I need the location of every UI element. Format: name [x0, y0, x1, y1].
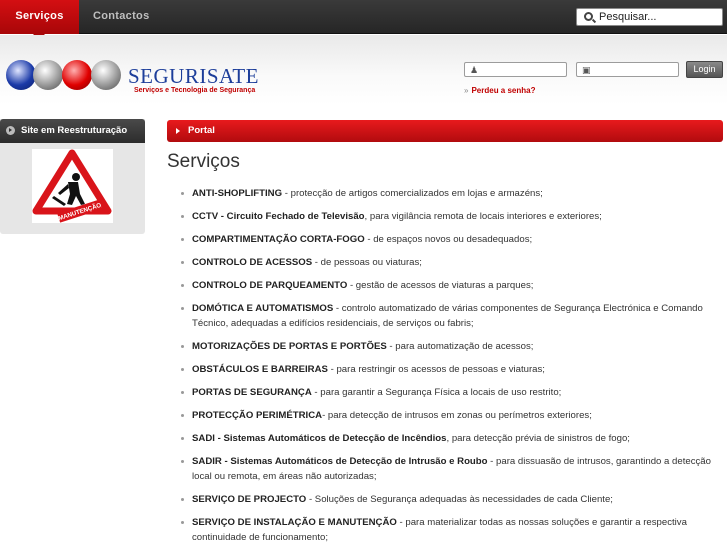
- service-name: ANTI-SHOPLIFTING: [192, 188, 283, 199]
- list-item: CONTROLO DE PARQUEAMENTO - gestão de ace…: [177, 278, 717, 293]
- service-name: OBSTÁCULOS E BARREIRAS: [192, 364, 328, 375]
- search-icon: [584, 12, 593, 21]
- search-box[interactable]: [576, 8, 723, 26]
- login-button[interactable]: Login: [686, 61, 723, 78]
- list-item: SADI - Sistemas Automáticos de Detecção …: [177, 431, 717, 446]
- brand-name: SEGURISATE: [128, 64, 260, 88]
- username-field-wrapper: ♟: [464, 62, 567, 77]
- service-name: PORTAS DE SEGURANÇA: [192, 387, 312, 398]
- service-name: SADI - Sistemas Automáticos de Detecção …: [192, 433, 447, 444]
- service-name: CCTV - Circuito Fechado de Televisão: [192, 211, 365, 222]
- sidebar-box-title[interactable]: Site em Reestruturação: [0, 119, 145, 143]
- service-name: COMPARTIMENTAÇÃO CORTA-FOGO: [192, 234, 365, 245]
- maintenance-sign-image: MANUTENÇÃO: [32, 149, 113, 223]
- list-item: COMPARTIMENTAÇÃO CORTA-FOGO - de espaços…: [177, 232, 717, 247]
- logo-red-ball: [62, 60, 92, 90]
- service-name: SERVIÇO DE PROJECTO: [192, 494, 307, 505]
- list-item: CCTV - Circuito Fechado de Televisão, pa…: [177, 209, 717, 224]
- service-desc: - para restringir os acessos de pessoas …: [327, 364, 545, 375]
- logo-grey-ball: [91, 60, 121, 90]
- service-name: PROTECÇÃO PERIMÉTRICA: [192, 410, 323, 421]
- breadcrumb-portal[interactable]: Portal: [167, 120, 723, 142]
- logo-grey-ball: [33, 60, 63, 90]
- list-item: OBSTÁCULOS E BARREIRAS - para restringir…: [177, 362, 717, 377]
- forgot-password-link[interactable]: » Perdeu a senha?: [464, 86, 535, 95]
- list-item: SERVIÇO DE INSTALAÇÃO E MANUTENÇÃO - par…: [177, 515, 717, 545]
- list-item: SERVIÇO DE PROJECTO - Soluções de Segura…: [177, 492, 717, 507]
- services-list: ANTI-SHOPLIFTING - protecção de artigos …: [177, 186, 717, 545]
- list-item: PROTECÇÃO PERIMÉTRICA- para detecção de …: [177, 408, 717, 423]
- play-circle-icon: [6, 126, 15, 135]
- forgot-password-label: Perdeu a senha?: [471, 86, 536, 95]
- list-item: CONTROLO DE ACESSOS - de pessoas ou viat…: [177, 255, 717, 270]
- password-field-wrapper: ▣: [576, 62, 679, 77]
- list-item: PORTAS DE SEGURANÇA - para garantir a Se…: [177, 385, 717, 400]
- user-icon: ♟: [470, 65, 479, 75]
- service-desc: - protecção de artigos comercializados e…: [282, 188, 543, 199]
- tab-contactos[interactable]: Contactos: [93, 0, 149, 34]
- service-name: SERVIÇO DE INSTALAÇÃO E MANUTENÇÃO: [192, 517, 397, 528]
- tab-servicos[interactable]: Serviços: [0, 0, 79, 40]
- service-desc: - de espaços novos ou desadequados;: [364, 234, 533, 245]
- service-desc: - de pessoas ou viaturas;: [312, 257, 422, 268]
- service-name: DOMÓTICA E AUTOMATISMOS: [192, 303, 334, 314]
- service-name: SADIR - Sistemas Automáticos de Detecção…: [192, 456, 488, 467]
- service-desc: , para vigilância remota de locais inter…: [364, 211, 602, 222]
- logo-blue-ball: [6, 60, 36, 90]
- search-input[interactable]: [599, 10, 719, 24]
- service-desc: - Soluções de Segurança adequadas às nec…: [306, 494, 613, 505]
- maintenance-warning-icon: MANUTENÇÃO: [32, 149, 112, 223]
- list-item: MOTORIZAÇÕES DE PORTAS E PORTÕES - para …: [177, 339, 717, 354]
- double-chevron-icon: »: [464, 86, 469, 95]
- page-title: Serviços: [167, 151, 240, 172]
- brand-tagline: Serviços e Tecnologia de Segurança: [134, 87, 256, 94]
- list-item: DOMÓTICA E AUTOMATISMOS - controlo autom…: [177, 301, 717, 331]
- service-name: CONTROLO DE ACESSOS: [192, 257, 313, 268]
- service-name: CONTROLO DE PARQUEAMENTO: [192, 280, 348, 291]
- password-input[interactable]: [593, 63, 677, 76]
- service-name: MOTORIZAÇÕES DE PORTAS E PORTÕES: [192, 341, 387, 352]
- service-desc: - para automatização de acessos;: [386, 341, 534, 352]
- sidebar-title-label: Site em Reestruturação: [21, 125, 128, 136]
- service-desc: - gestão de acessos de viaturas a parque…: [347, 280, 534, 291]
- service-desc: , para detecção prévia de sinistros de f…: [446, 433, 630, 444]
- lock-icon: ▣: [582, 65, 591, 75]
- username-input[interactable]: [481, 63, 565, 76]
- list-item: ANTI-SHOPLIFTING - protecção de artigos …: [177, 186, 717, 201]
- top-navigation-bar: Serviços Contactos: [0, 0, 727, 40]
- sidebar-box: Site em Reestruturação MANUTENÇÃO: [0, 119, 145, 234]
- service-desc: - para detecção de intrusos em zonas ou …: [322, 410, 592, 421]
- service-desc: - para garantir a Segurança Física a loc…: [311, 387, 562, 398]
- list-item: SADIR - Sistemas Automáticos de Detecção…: [177, 454, 717, 484]
